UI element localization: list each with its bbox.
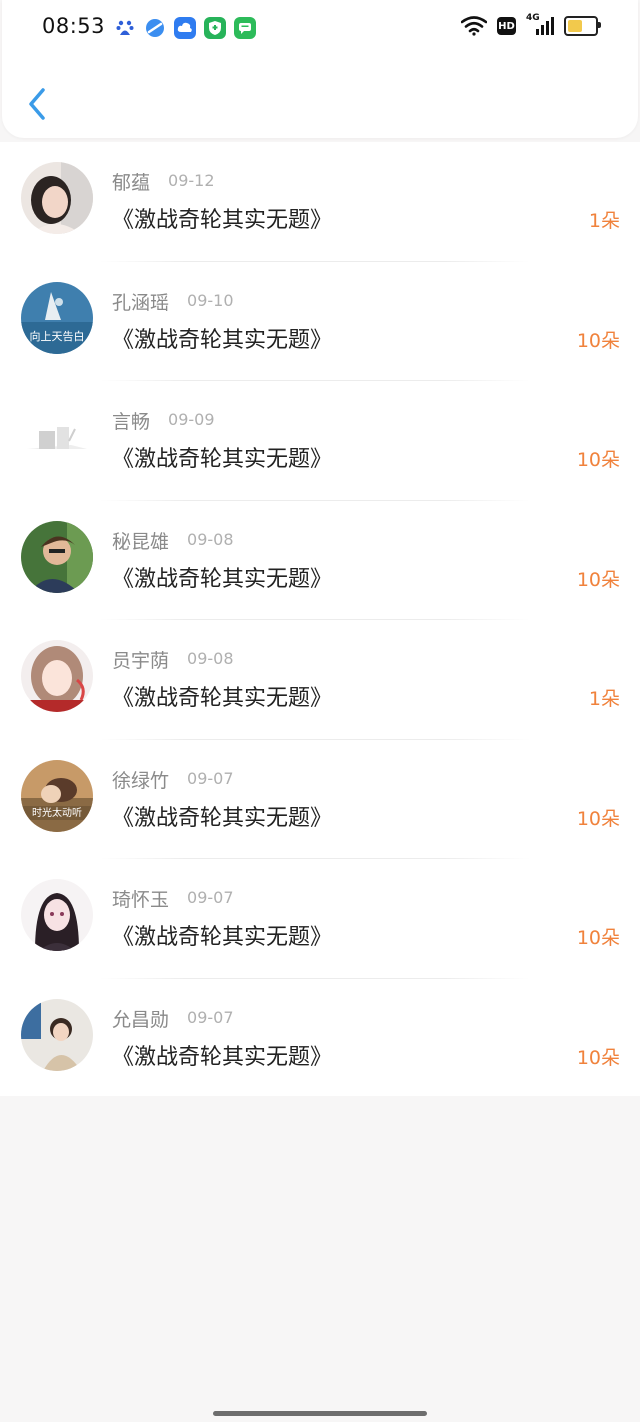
work-title: 《激战奇轮其实无题》 (112, 805, 333, 831)
record-date: 09-07 (187, 768, 234, 788)
gift-record-row[interactable]: 员宇荫 09-08 《激战奇轮其实无题》 1朵 (0, 620, 640, 740)
sender-name: 允昌勋 (112, 1008, 170, 1031)
chevron-left-icon (29, 88, 45, 120)
security-shield-icon (204, 17, 226, 39)
sender-name: 秘昆雄 (112, 530, 170, 553)
record-date: 09-10 (187, 290, 234, 310)
sender-name: 孔涵瑶 (112, 291, 170, 314)
gift-record-row[interactable]: 允昌勋 09-07 《激战奇轮其实无题》 10朵 (0, 979, 640, 1099)
record-date: 09-07 (187, 1007, 234, 1027)
avatar[interactable]: 时光太动听 (21, 759, 93, 832)
back-button[interactable] (20, 84, 54, 124)
svg-text:时光太动听: 时光太动听 (32, 806, 82, 819)
sender-name: 琦怀玉 (112, 889, 170, 911)
record-date: 09-08 (187, 529, 234, 549)
status-indicators: HD 4G (461, 13, 601, 36)
flower-amount: 1朵 (588, 210, 620, 232)
flower-amount: 10朵 (576, 1046, 620, 1069)
work-title: 《激战奇轮其实无题》 (112, 686, 333, 711)
avatar[interactable] (21, 162, 93, 234)
record-date: 09-07 (187, 888, 234, 907)
work-title: 《激战奇轮其实无题》 (112, 1044, 333, 1070)
signal-icon: 4G (526, 13, 554, 36)
gift-record-row[interactable]: 时光太动听 徐绿竹 09-07 《激战奇轮其实无题》 10朵 (0, 740, 640, 859)
flower-amount: 1朵 (588, 688, 620, 710)
avatar[interactable] (21, 640, 93, 712)
header-card: 08:53 HD 4G (2, 0, 638, 138)
record-date: 09-12 (168, 171, 215, 190)
gift-record-row[interactable]: 言畅 09-09 《激战奇轮其实无题》 10朵 (0, 381, 640, 501)
battery-level (568, 20, 582, 32)
sender-name: 徐绿竹 (112, 769, 170, 792)
avatar[interactable] (21, 998, 93, 1071)
browser-icon (144, 17, 166, 39)
baidu-icon (114, 17, 136, 39)
status-time: 08:53 (42, 14, 106, 38)
flower-amount: 10朵 (576, 807, 620, 830)
wifi-icon (461, 16, 487, 36)
gift-record-row[interactable]: 秘昆雄 09-08 《激战奇轮其实无题》 10朵 (0, 501, 640, 620)
screen: 08:53 HD 4G 郁蕴 09-12 《激战奇轮其实无题》 1朵 向上天告白… (0, 0, 640, 1422)
gift-record-row[interactable]: 琦怀玉 09-07 《激战奇轮其实无题》 10朵 (0, 859, 640, 979)
sender-name: 郁蕴 (112, 172, 151, 194)
notification-icons (114, 17, 256, 39)
cloud-icon (174, 17, 196, 39)
gift-record-row[interactable]: 郁蕴 09-12 《激战奇轮其实无题》 1朵 (0, 142, 640, 262)
work-title: 《激战奇轮其实无题》 (112, 447, 333, 472)
sender-name: 言畅 (112, 411, 151, 433)
record-date: 09-09 (168, 410, 215, 429)
battery-icon (564, 16, 601, 36)
gift-record-list: 郁蕴 09-12 《激战奇轮其实无题》 1朵 向上天告白 孔涵瑶 09-10 《… (0, 142, 640, 1096)
avatar[interactable] (21, 520, 93, 593)
flower-amount: 10朵 (576, 329, 620, 352)
work-title: 《激战奇轮其实无题》 (112, 327, 333, 353)
home-indicator[interactable] (213, 1411, 427, 1416)
flower-amount: 10朵 (576, 449, 620, 471)
avatar[interactable] (21, 401, 93, 473)
record-date: 09-08 (187, 649, 234, 668)
work-title: 《激战奇轮其实无题》 (112, 925, 333, 950)
avatar[interactable] (21, 879, 93, 951)
flower-amount: 10朵 (576, 927, 620, 949)
work-title: 《激战奇轮其实无题》 (112, 208, 333, 233)
flower-amount: 10朵 (576, 568, 620, 591)
message-icon (234, 17, 256, 39)
work-title: 《激战奇轮其实无题》 (112, 566, 333, 592)
hd-badge: HD (497, 17, 516, 35)
svg-text:向上天告白: 向上天告白 (30, 329, 85, 343)
gift-record-row[interactable]: 向上天告白 孔涵瑶 09-10 《激战奇轮其实无题》 10朵 (0, 262, 640, 381)
avatar[interactable]: 向上天告白 (21, 281, 93, 354)
sender-name: 员宇荫 (112, 650, 170, 672)
